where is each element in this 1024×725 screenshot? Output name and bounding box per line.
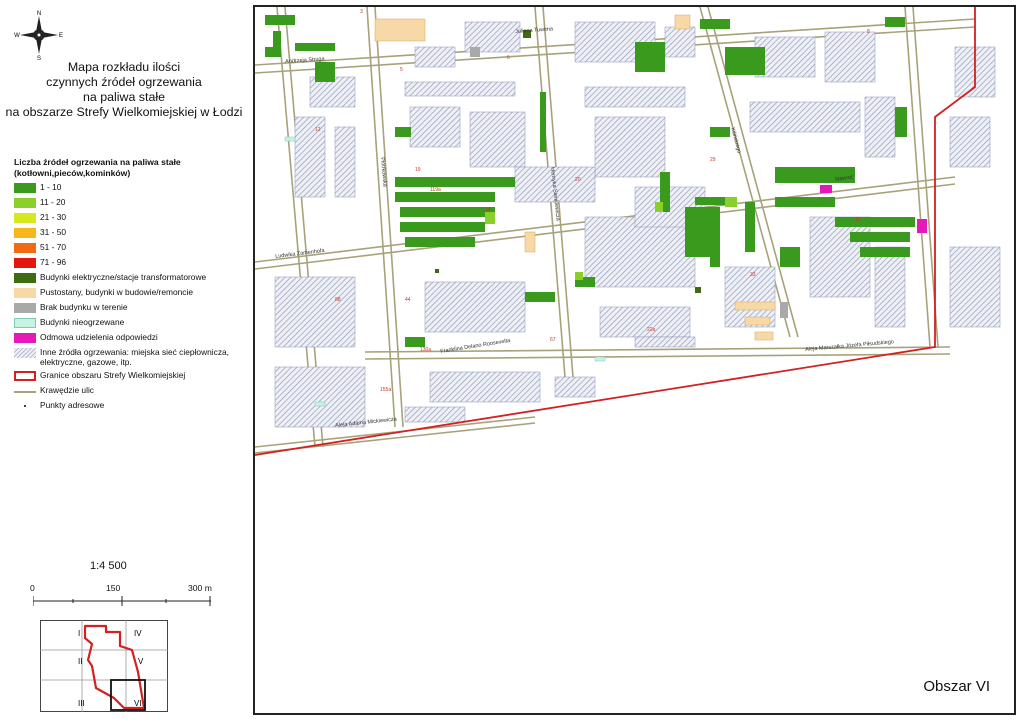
legend-swatch — [14, 391, 36, 393]
legend-item: 11 - 20 — [14, 196, 246, 211]
compass-e: E — [59, 33, 63, 39]
legend-panel: N S E W Mapa rozkładu ilości czynnych źr… — [0, 0, 248, 725]
legend-swatch — [14, 183, 36, 193]
map-title-line: na obszarze Strefy Wielkomiejskiej w Łod… — [5, 105, 243, 119]
area-label: Obszar VI — [923, 678, 990, 695]
scale-label-0: 0 — [30, 583, 35, 593]
compass-w: W — [14, 33, 20, 39]
legend-item: Granice obszaru Strefy Wielkomiejskiej — [14, 369, 246, 384]
legend-item-label: Budynki elektryczne/stacje transformator… — [40, 272, 207, 282]
map-title-line: Mapa rozkładu ilości — [67, 60, 181, 74]
scale-label-150: 150 — [106, 583, 121, 593]
address-number: 3 — [360, 9, 363, 15]
legend-item-label: 31 - 50 — [40, 227, 67, 237]
legend-swatch — [14, 288, 36, 298]
address-number: 33 — [750, 272, 756, 278]
legend-swatch — [14, 333, 36, 343]
legend-item: Pustostany, budynki w budowie/remoncie — [14, 286, 246, 301]
scale-labels: 0 150 300 m — [0, 583, 248, 597]
legend-swatch — [14, 303, 36, 313]
address-number: 8 — [867, 29, 870, 35]
map-title-line: czynnych źródeł ogrzewania — [46, 75, 202, 89]
address-number: 20 — [575, 177, 581, 183]
legend-item: Odmowa udzielenia odpowiedzi — [14, 331, 246, 346]
legend-item-label: Punkty adresowe — [40, 400, 105, 410]
legend-item: Budynki elektryczne/stacje transformator… — [14, 271, 246, 286]
index-label: VI — [134, 699, 142, 708]
address-number: 67 — [550, 337, 556, 343]
legend-heading: Liczba źródeł ogrzewania na paliwa stałe… — [14, 157, 244, 179]
legend-heading-line: Liczba źródeł ogrzewania na paliwa stałe — [14, 157, 181, 167]
scale-bar — [33, 596, 211, 606]
legend-item: Punkty adresowe — [14, 399, 246, 414]
map-canvas — [255, 7, 1001, 456]
legend-swatch — [14, 198, 36, 208]
address-number: 44 — [405, 297, 411, 303]
legend-item: Budynki nieogrzewane — [14, 316, 246, 331]
scale-label-300: 300 m — [188, 583, 212, 593]
index-label: V — [138, 657, 144, 666]
legend-item-label: Brak budynku w terenie — [40, 302, 128, 312]
map-viewport[interactable]: Juliana Tuwima Andrzeja Struga Ludwika Z… — [253, 5, 1016, 715]
legend-swatch — [14, 213, 36, 223]
legend-item-label: 71 - 96 — [40, 257, 67, 267]
address-number: 14 — [485, 207, 491, 213]
legend-item: 71 - 96 — [14, 256, 246, 271]
legend-item-label: Granice obszaru Strefy Wielkomiejskiej — [40, 370, 186, 380]
index-label: II — [78, 657, 82, 666]
legend-item-label: Krawędzie ulic — [40, 385, 94, 395]
index-label: III — [78, 699, 85, 708]
legend-item: 1 - 10 — [14, 181, 246, 196]
address-number: 19 — [415, 167, 421, 173]
address-number: 6 — [507, 55, 510, 61]
address-number: 22a — [647, 327, 656, 333]
index-label: IV — [134, 629, 142, 638]
legend-swatch — [14, 318, 36, 328]
address-number: 130a — [420, 347, 432, 353]
legend-item-label: Inne źródła ogrzewania: miejska sieć cie… — [40, 347, 229, 367]
address-number: 155a — [380, 387, 392, 393]
legend-item: 31 - 50 — [14, 226, 246, 241]
legend-swatch — [14, 258, 36, 268]
compass-n: N — [37, 11, 41, 17]
legend-swatch — [14, 273, 36, 283]
legend-item: Krawędzie ulic — [14, 384, 246, 399]
legend-item: 21 - 30 — [14, 211, 246, 226]
legend-heading-line: (kotłowni,pieców,kominków) — [14, 168, 131, 178]
scale-ratio: 1:4 500 — [90, 560, 127, 572]
address-number: 12 — [315, 127, 321, 133]
legend-swatch — [14, 348, 36, 358]
legend-item: Brak budynku w terenie — [14, 301, 246, 316]
legend-item-label: Pustostany, budynki w budowie/remoncie — [40, 287, 194, 297]
legend-swatch — [14, 228, 36, 238]
legend-item-label: 1 - 10 — [40, 182, 62, 192]
legend-list: 1 - 10 11 - 20 21 - 30 31 - 50 51 - 70 7… — [14, 181, 246, 414]
legend-swatch — [14, 243, 36, 253]
index-map: I II III IV V VI — [40, 620, 168, 712]
address-number: 119a — [430, 187, 441, 193]
address-number: 5 — [400, 67, 403, 73]
legend-swatch — [14, 401, 36, 411]
legend-item-label: 21 - 30 — [40, 212, 67, 222]
map-title-line: na paliwa stałe — [83, 90, 165, 104]
legend-item-label: 51 - 70 — [40, 242, 67, 252]
address-number: 29 — [710, 157, 716, 163]
legend-swatch — [14, 371, 36, 381]
address-number: 10 — [855, 217, 861, 223]
compass-rose-icon: N S E W — [14, 11, 63, 60]
legend-item-label: 11 - 20 — [40, 197, 66, 207]
legend-item: Inne źródła ogrzewania: miejska sieć cie… — [14, 346, 246, 369]
legend-item-label: Budynki nieogrzewane — [40, 317, 125, 327]
map-title: Mapa rozkładu ilości czynnych źródeł ogr… — [4, 60, 244, 120]
index-label: I — [78, 629, 80, 638]
address-number: 88 — [335, 297, 341, 303]
legend-item: 51 - 70 — [14, 241, 246, 256]
legend-item-label: Odmowa udzielenia odpowiedzi — [40, 332, 158, 342]
